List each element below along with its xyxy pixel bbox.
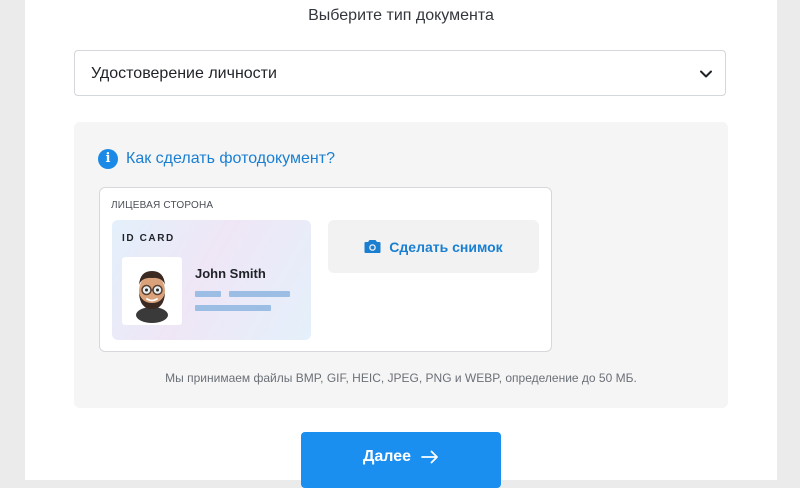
arrow-right-icon xyxy=(421,450,438,464)
accepted-formats-note: Мы принимаем файлы BMP, GIF, HEIC, JPEG,… xyxy=(165,371,637,385)
how-to-photo-link[interactable]: i Как сделать фотодокумент? xyxy=(98,148,335,170)
instructions-panel: i Как сделать фотодокумент? ЛИЦЕВАЯ СТОР… xyxy=(74,122,728,408)
id-card-photo xyxy=(122,257,182,325)
id-card-line xyxy=(229,291,290,297)
info-icon: i xyxy=(98,149,118,169)
id-card-line xyxy=(195,305,271,311)
take-photo-label: Сделать снимок xyxy=(389,238,503,255)
front-side-label: ЛИЦЕВАЯ СТОРОНА xyxy=(111,200,214,211)
chevron-down-icon xyxy=(700,70,712,78)
avatar-icon xyxy=(136,271,168,323)
page-title: Выберите тип документа xyxy=(308,7,494,24)
id-card-title: ID CARD xyxy=(122,233,175,244)
document-type-select[interactable]: Удостоверение личности xyxy=(74,50,726,96)
how-to-photo-label: Как сделать фотодокумент? xyxy=(126,150,335,167)
next-button-label: Далее xyxy=(362,448,412,465)
camera-icon xyxy=(364,240,381,253)
id-card-holder-name: John Smith xyxy=(195,266,266,281)
document-type-selected-value: Удостоверение личности xyxy=(91,65,277,82)
id-card-line xyxy=(195,291,221,297)
sample-id-card: ID CARD John Smith xyxy=(112,220,311,340)
document-side-box: ЛИЦЕВАЯ СТОРОНА ID CARD John Smith Сдела… xyxy=(99,187,552,352)
take-photo-button[interactable]: Сделать снимок xyxy=(328,220,539,273)
document-type-page: Выберите тип документа Удостоверение лич… xyxy=(25,0,777,488)
